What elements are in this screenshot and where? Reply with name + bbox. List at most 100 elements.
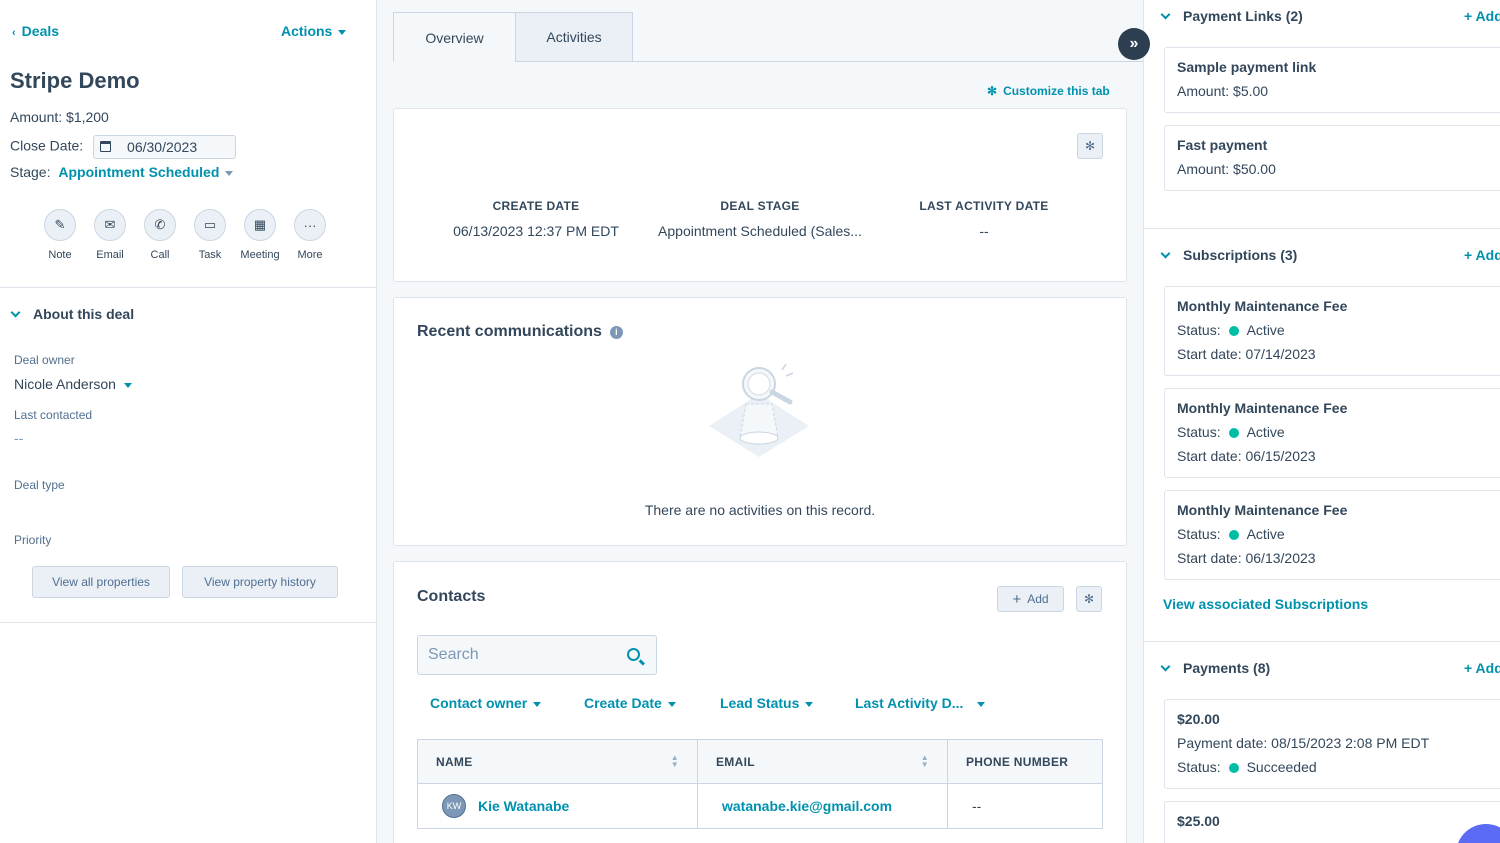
gear-icon: ✻ [1084, 139, 1096, 153]
deal-type-label: Deal type [14, 478, 65, 492]
highlight-last-activity: LAST ACTIVITY DATE -- [919, 199, 1049, 239]
subscriptions-toggle[interactable]: Subscriptions (3) [1160, 247, 1297, 263]
column-header-email[interactable]: EMAIL ▲ ▼ [698, 740, 948, 783]
highlight-create-date: CREATE DATE 06/13/2023 12:37 PM EDT [453, 199, 619, 239]
card-settings-button[interactable]: ✻ [1077, 133, 1103, 159]
contacts-settings-button[interactable]: ✻ [1076, 586, 1102, 612]
tab-activities[interactable]: Activities [515, 12, 633, 62]
subscription-card[interactable]: Monthly Maintenance Fee Status: Active St… [1164, 388, 1500, 478]
more-icon: ··· [294, 209, 326, 241]
divider [1144, 641, 1500, 642]
main-content: Overview Activities » ✻ Customize this ta… [377, 0, 1150, 843]
contact-email-link[interactable]: watanabe.kie@gmail.com [722, 798, 892, 814]
payments-toggle[interactable]: Payments (8) [1160, 660, 1270, 676]
email-button[interactable]: ✉ Email [85, 209, 135, 261]
note-icon: ✎ [44, 209, 76, 241]
caret-down-icon [123, 382, 132, 388]
view-subscriptions-link[interactable]: View associated Subscriptions [1163, 596, 1368, 612]
deal-amount: Amount: $1,200 [10, 109, 109, 125]
recent-communications-card: Recent communications i There are no acti… [393, 297, 1127, 546]
info-icon[interactable]: i [609, 326, 623, 339]
subscription-card[interactable]: Monthly Maintenance Fee Status: Active St… [1164, 286, 1500, 376]
caret-down-icon [667, 701, 676, 707]
tab-overview[interactable]: Overview [393, 12, 516, 62]
subscription-card[interactable]: Monthly Maintenance Fee Status: Active St… [1164, 490, 1500, 580]
meeting-icon: ▦ [244, 209, 276, 241]
filter-lead-status[interactable]: Lead Status [720, 695, 814, 711]
search-input[interactable] [428, 646, 618, 664]
divider [0, 287, 376, 288]
view-property-history-button[interactable]: View property history [182, 566, 338, 598]
deal-owner-label: Deal owner [14, 353, 75, 367]
back-to-deals-link[interactable]: ‹ Deals [12, 23, 59, 39]
close-date-input[interactable]: 06/30/2023 [93, 135, 237, 159]
view-all-properties-button[interactable]: View all properties [32, 566, 170, 598]
column-header-phone[interactable]: PHONE NUMBER [948, 740, 1102, 783]
table-row: KW Kie Watanabe watanabe.kie@gmail.com -… [418, 784, 1102, 828]
chevron-down-icon [10, 307, 21, 318]
highlight-deal-stage: DEAL STAGE Appointment Scheduled (Sales..… [658, 199, 862, 239]
filter-contact-owner[interactable]: Contact owner [430, 695, 542, 711]
search-icon[interactable] [627, 648, 640, 661]
expand-sidebar-button[interactable]: » [1118, 28, 1150, 60]
double-chevron-right-icon: » [1129, 35, 1139, 52]
note-button[interactable]: ✎ Note [35, 209, 85, 261]
call-button[interactable]: ✆ Call [135, 209, 185, 261]
contacts-card: Contacts +Add ✻ Contact owner Create Dat… [393, 561, 1127, 843]
payment-card[interactable]: $25.00 [1164, 801, 1500, 843]
payment-links-toggle[interactable]: Payment Links (2) [1160, 8, 1303, 24]
caret-down-icon [225, 170, 234, 176]
contact-email-cell: watanabe.kie@gmail.com [698, 784, 948, 828]
chevron-down-icon [1160, 248, 1171, 259]
plus-icon: + [1012, 590, 1022, 608]
filter-create-date[interactable]: Create Date [584, 695, 676, 711]
more-button[interactable]: ··· More [285, 209, 335, 261]
highlights-card: ✻ CREATE DATE 06/13/2023 12:37 PM EDT DEA… [393, 108, 1127, 282]
meeting-button[interactable]: ▦ Meeting [235, 209, 285, 261]
right-sidebar: Payment Links (2) + Add Sample payment l… [1143, 0, 1500, 843]
customize-tab-link[interactable]: ✻ Customize this tab [987, 84, 1110, 98]
contact-name-link[interactable]: Kie Watanabe [478, 798, 569, 814]
status-dot-icon [1228, 763, 1239, 773]
stage-row: Stage: Appointment Scheduled [10, 164, 234, 180]
about-section-toggle[interactable]: About this deal [10, 306, 134, 322]
status-dot-icon [1228, 326, 1239, 336]
divider [1144, 228, 1500, 229]
gear-icon: ✻ [987, 84, 998, 98]
last-contacted-value: -- [14, 430, 24, 446]
call-icon: ✆ [144, 209, 176, 241]
caret-down-icon [533, 701, 542, 707]
tab-underline [632, 61, 1143, 62]
contact-phone-cell: -- [972, 798, 982, 814]
status-dot-icon [1228, 530, 1239, 540]
column-header-name[interactable]: NAME ▲ ▼ [418, 740, 698, 783]
sort-icon: ▲ ▼ [670, 753, 679, 769]
deal-sidebar: ‹ Deals Actions Stripe Demo Amount: $1,20… [0, 0, 377, 843]
calendar-icon [100, 141, 112, 152]
task-icon: ▭ [194, 209, 226, 241]
add-payment-link-button[interactable]: + Add [1464, 8, 1500, 24]
deal-owner-dropdown[interactable]: Nicole Anderson [14, 376, 132, 392]
chevron-down-icon [1160, 661, 1171, 672]
add-subscription-button[interactable]: + Add [1464, 247, 1500, 263]
add-contact-button[interactable]: + Add [997, 586, 1064, 612]
contacts-title: Contacts [417, 588, 486, 605]
actions-dropdown[interactable]: Actions [281, 23, 347, 39]
payment-link-card[interactable]: Sample payment link Amount: $5.00 [1164, 47, 1500, 113]
sort-icon: ▲ ▼ [920, 753, 929, 769]
payment-card[interactable]: $20.00 Payment date: 08/15/2023 2:08 PM … [1164, 699, 1500, 789]
task-button[interactable]: ▭ Task [185, 209, 235, 261]
empty-state-illustration [709, 364, 809, 457]
priority-label: Priority [14, 533, 52, 547]
last-contacted-label: Last contacted [14, 408, 93, 422]
filter-last-activity-date[interactable]: Last Activity D... [855, 695, 986, 711]
contacts-table: NAME ▲ ▼ EMAIL ▲ ▼ PHONE NUMBER KW Kie Watan… [417, 739, 1103, 829]
add-payment-button[interactable]: + Add [1464, 660, 1500, 676]
status-dot-icon [1228, 428, 1239, 438]
payment-link-card[interactable]: Fast payment Amount: $50.00 [1164, 125, 1500, 191]
stage-dropdown[interactable]: Appointment Scheduled [58, 164, 234, 180]
caret-down-icon [338, 29, 347, 35]
close-date-row: Close Date: 06/30/2023 [10, 135, 237, 159]
contact-name-cell: KW Kie Watanabe [418, 784, 698, 828]
gear-icon: ✻ [1083, 592, 1095, 606]
